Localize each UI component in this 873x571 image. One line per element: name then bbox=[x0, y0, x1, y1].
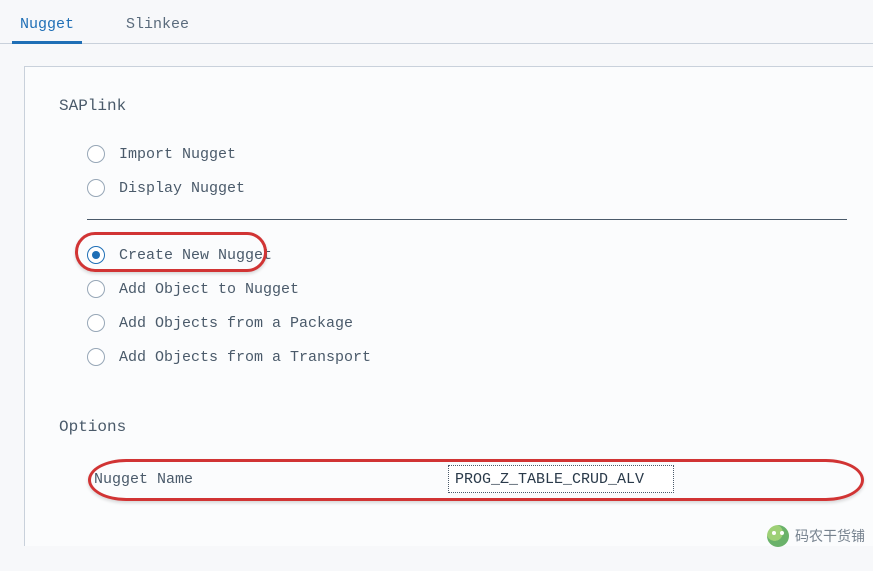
radio-label-create-new-nugget: Create New Nugget bbox=[119, 247, 272, 264]
tab-nugget[interactable]: Nugget bbox=[14, 8, 80, 43]
radio-label-add-objects-from-package: Add Objects from a Package bbox=[119, 315, 353, 332]
input-nugget-name[interactable] bbox=[448, 465, 674, 493]
radio-group-bottom: Create New Nugget Add Object to Nugget A… bbox=[87, 238, 873, 374]
radio-label-add-objects-from-transport: Add Objects from a Transport bbox=[119, 349, 371, 366]
watermark: 码农干货铺 bbox=[767, 525, 865, 547]
radio-import-nugget[interactable] bbox=[87, 145, 105, 163]
separator bbox=[87, 219, 847, 220]
radio-group-top: Import Nugget Display Nugget bbox=[87, 137, 873, 205]
radio-label-add-object-to-nugget: Add Object to Nugget bbox=[119, 281, 299, 298]
radio-create-new-nugget[interactable] bbox=[87, 246, 105, 264]
radio-label-import-nugget: Import Nugget bbox=[119, 146, 236, 163]
tab-slinkee[interactable]: Slinkee bbox=[120, 8, 195, 43]
radio-label-display-nugget: Display Nugget bbox=[119, 180, 245, 197]
tab-bar: Nugget Slinkee bbox=[0, 0, 873, 44]
radio-add-object-to-nugget[interactable] bbox=[87, 280, 105, 298]
main-panel: SAPlink Import Nugget Display Nugget Cre… bbox=[24, 66, 873, 546]
radio-add-objects-from-transport[interactable] bbox=[87, 348, 105, 366]
group-title-options: Options bbox=[59, 418, 873, 436]
radio-add-objects-from-package[interactable] bbox=[87, 314, 105, 332]
wechat-icon bbox=[767, 525, 789, 547]
radio-display-nugget[interactable] bbox=[87, 179, 105, 197]
group-title-saplink: SAPlink bbox=[59, 97, 873, 115]
watermark-text: 码农干货铺 bbox=[795, 526, 865, 546]
label-nugget-name: Nugget Name bbox=[88, 471, 448, 488]
